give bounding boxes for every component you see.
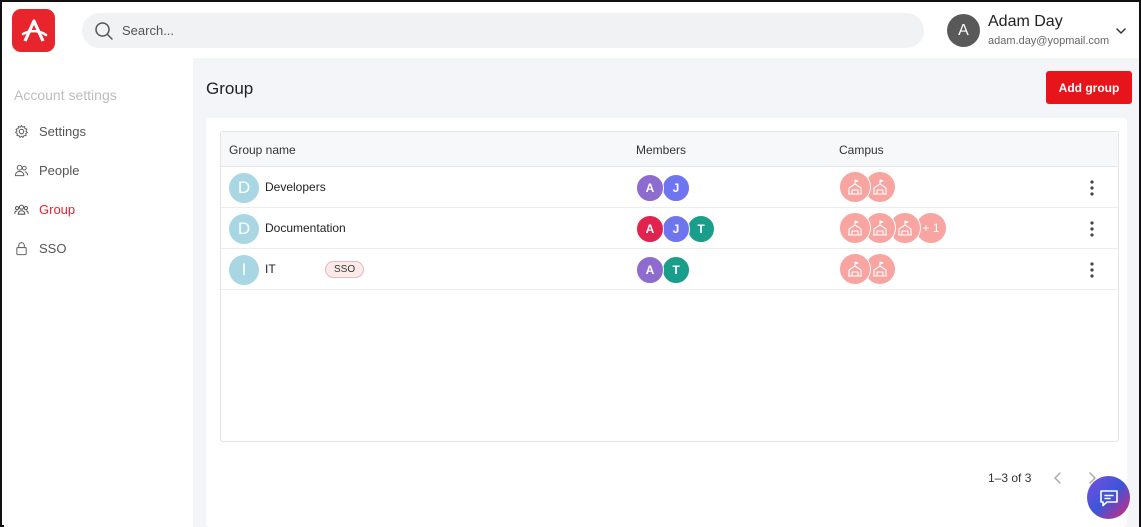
brand-logo-icon[interactable]: [12, 9, 55, 52]
member-avatar[interactable]: J: [662, 215, 690, 243]
people-icon: [14, 163, 29, 178]
more-options-icon[interactable]: [1083, 178, 1101, 198]
member-avatar[interactable]: A: [636, 256, 664, 284]
search-icon: [94, 21, 114, 41]
more-options-icon[interactable]: [1083, 219, 1101, 239]
group-avatar: D: [229, 214, 259, 244]
member-avatar[interactable]: A: [636, 174, 664, 202]
group-name[interactable]: IT: [265, 262, 276, 276]
campus-icon[interactable]: [839, 212, 871, 244]
column-header-group-name[interactable]: Group name: [229, 143, 296, 157]
chevron-down-icon[interactable]: [1115, 24, 1127, 36]
sidebar-item-label: SSO: [39, 240, 67, 256]
sidebar-heading: Account settings: [14, 87, 117, 103]
sidebar-item-people[interactable]: People: [14, 160, 79, 180]
column-header-members[interactable]: Members: [636, 143, 686, 157]
table-row[interactable]: D Documentation A J T + 1: [221, 208, 1118, 249]
group-icon: [14, 202, 29, 217]
sidebar-item-settings[interactable]: Settings: [14, 121, 86, 141]
group-avatar: I: [229, 255, 259, 285]
add-group-button[interactable]: Add group: [1046, 71, 1132, 104]
member-avatar[interactable]: A: [636, 215, 664, 243]
sidebar-item-label: Settings: [39, 123, 86, 139]
group-avatar: D: [229, 173, 259, 203]
campus-icon[interactable]: [839, 253, 871, 285]
sidebar-item-sso[interactable]: SSO: [14, 238, 66, 258]
campus-icon[interactable]: [839, 171, 871, 203]
sso-badge: SSO: [325, 261, 365, 278]
main-content: Group Add group Group name Members Campu…: [193, 58, 1139, 527]
user-email: adam.day@yopmail.com: [988, 35, 1110, 47]
page-title: Group: [206, 79, 254, 98]
member-avatar[interactable]: T: [687, 215, 715, 243]
groups-card: Group name Members Campus D Developers A…: [206, 118, 1127, 527]
group-name[interactable]: Developers: [265, 180, 326, 194]
table-row[interactable]: D Developers A J: [221, 167, 1118, 208]
search-input[interactable]: [122, 23, 822, 38]
sidebar-item-label: People: [39, 162, 80, 178]
member-avatar[interactable]: T: [662, 256, 690, 284]
groups-table: Group name Members Campus D Developers A…: [220, 131, 1119, 442]
app-frame: A Adam Day adam.day@yopmail.com Account …: [0, 0, 1141, 527]
column-header-campus[interactable]: Campus: [839, 143, 884, 157]
pagination: 1–3 of 3: [988, 469, 1099, 487]
avatar[interactable]: A: [947, 14, 980, 47]
gear-icon: [14, 124, 29, 139]
sidebar: Account settings Settings People Group S…: [4, 58, 193, 527]
group-name[interactable]: Documentation: [265, 221, 346, 235]
sidebar-item-label: Group: [39, 201, 76, 217]
chat-icon[interactable]: [1087, 476, 1130, 519]
search-bar: [82, 13, 924, 48]
user-name: Adam Day: [988, 13, 1063, 30]
member-avatar[interactable]: J: [662, 174, 690, 202]
table-row[interactable]: I IT SSO A T: [221, 249, 1118, 290]
table-header: Group name Members Campus: [221, 132, 1118, 167]
pagination-label: 1–3 of 3: [988, 471, 1032, 485]
chevron-left-icon[interactable]: [1051, 471, 1065, 485]
sidebar-item-group[interactable]: Group: [14, 199, 75, 219]
more-options-icon[interactable]: [1083, 260, 1101, 280]
user-menu[interactable]: A Adam Day adam.day@yopmail.com: [947, 12, 1133, 52]
campus-more-count: + 1: [922, 221, 940, 235]
lock-icon: [14, 241, 29, 256]
top-bar: A Adam Day adam.day@yopmail.com: [2, 2, 1139, 58]
